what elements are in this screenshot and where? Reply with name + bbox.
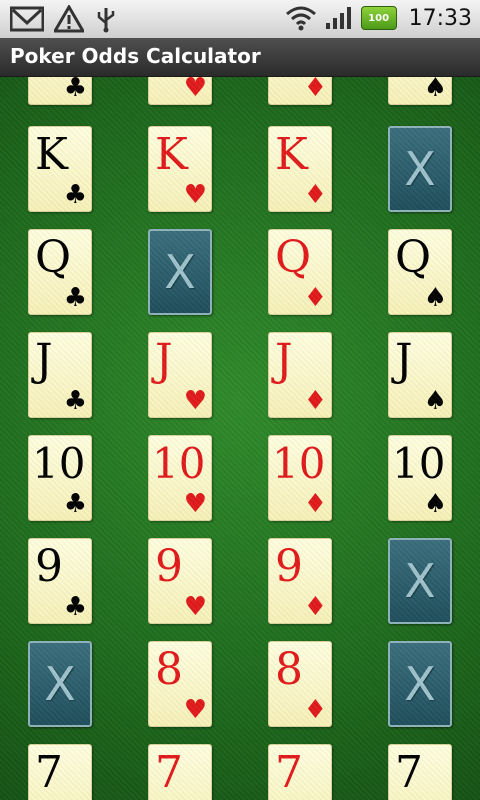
playing-card[interactable]: 7	[388, 744, 452, 800]
playing-card[interactable]: Q ♠	[388, 229, 452, 315]
title-bar: Poker Odds Calculator	[0, 38, 480, 77]
card-suit-icon: ♠	[423, 489, 447, 519]
card-rank: J	[275, 335, 293, 386]
playing-card[interactable]: K ♦	[268, 126, 332, 212]
card-suit-icon: ♣	[63, 180, 87, 210]
playing-card[interactable]: J ♠	[388, 332, 452, 418]
gmail-icon	[10, 6, 44, 32]
playing-card[interactable]: 7	[148, 744, 212, 800]
card-suit-icon: ♣	[63, 283, 87, 313]
card-grid[interactable]: ♣ ♥ ♦ ♠ K ♣ K ♥ K ♦ X Q ♣ X Q ♦ Q ♠ J ♣ J ♥ J ♦ J ♠ 10 ♣ 10 ♥ 10 ♦ 10 ♠ 9 ♣…	[0, 77, 480, 800]
playing-card[interactable]: ♣	[28, 77, 92, 105]
card-suit-icon: ♦	[303, 592, 327, 622]
card-rank: K	[35, 129, 68, 180]
card-rank: 10	[392, 439, 446, 488]
playing-card[interactable]: J ♣	[28, 332, 92, 418]
card-rank: J	[155, 335, 173, 386]
card-rank: K	[275, 129, 308, 180]
card-rank: 9	[35, 541, 63, 592]
usb-icon	[97, 8, 115, 33]
card-suit-icon: ♥	[183, 489, 207, 519]
card-suit-icon: ♥	[183, 695, 207, 725]
playing-card[interactable]: 8 ♦	[268, 641, 332, 727]
playing-card[interactable]: 7	[268, 744, 332, 800]
playing-card[interactable]: K ♥	[148, 126, 212, 212]
card-suit-icon: ♣	[63, 489, 87, 519]
app-title: Poker Odds Calculator	[10, 44, 261, 68]
playing-card[interactable]: ♦	[268, 77, 332, 105]
card-rank: Q	[275, 232, 312, 283]
signal-icon	[325, 7, 351, 29]
card-rank: 8	[155, 644, 183, 695]
card-suit-icon: ♥	[183, 180, 207, 210]
card-rank: 7	[155, 747, 183, 798]
playing-card[interactable]: 10 ♥	[148, 435, 212, 521]
card-back-x[interactable]: X	[388, 641, 452, 727]
card-rank: 10	[32, 439, 86, 488]
warning-icon	[54, 5, 84, 33]
playing-card[interactable]: 10 ♣	[28, 435, 92, 521]
card-suit-icon: ♦	[303, 695, 327, 725]
x-mark: X	[164, 245, 196, 299]
card-suit-icon: ♣	[63, 592, 87, 622]
clock: 17:33	[408, 5, 472, 31]
card-suit-icon: ♥	[183, 386, 207, 416]
x-mark: X	[404, 142, 436, 196]
playing-card[interactable]: 7	[28, 744, 92, 800]
card-rank: Q	[35, 232, 72, 283]
battery-level: 100	[368, 12, 390, 24]
playing-card[interactable]: ♠	[388, 77, 452, 105]
battery-icon: 100	[360, 6, 397, 30]
card-suit-icon: ♦	[303, 386, 327, 416]
card-suit-icon: ♦	[303, 283, 327, 313]
card-suit-icon: ♣	[63, 386, 87, 416]
card-suit-icon: ♠	[423, 283, 447, 313]
card-suit-icon: ♣	[63, 77, 87, 103]
card-back-x[interactable]: X	[28, 641, 92, 727]
card-rank: 8	[275, 644, 303, 695]
playing-card[interactable]: ♥	[148, 77, 212, 105]
x-mark: X	[404, 657, 436, 711]
status-bar: 100 17:33	[0, 0, 480, 38]
card-rank: 10	[152, 439, 206, 488]
card-rank: Q	[395, 232, 432, 283]
card-rank: 7	[395, 747, 423, 798]
card-rank: 9	[275, 541, 303, 592]
card-back-x[interactable]: X	[388, 538, 452, 624]
playing-card[interactable]: 10 ♦	[268, 435, 332, 521]
x-mark: X	[404, 554, 436, 608]
card-rank: J	[35, 335, 53, 386]
card-rank: J	[395, 335, 413, 386]
card-rank: 9	[155, 541, 183, 592]
playing-card[interactable]: K ♣	[28, 126, 92, 212]
playing-card[interactable]: 9 ♦	[268, 538, 332, 624]
card-back-x[interactable]: X	[148, 229, 212, 315]
card-suit-icon: ♦	[303, 180, 327, 210]
playing-card[interactable]: J ♥	[148, 332, 212, 418]
card-rank: 7	[275, 747, 303, 798]
playing-card[interactable]: Q ♣	[28, 229, 92, 315]
playing-card[interactable]: 9 ♥	[148, 538, 212, 624]
playing-card[interactable]: J ♦	[268, 332, 332, 418]
card-suit-icon: ♠	[423, 386, 447, 416]
card-rank: 7	[35, 747, 63, 798]
card-rank: 10	[272, 439, 326, 488]
system-icons: 100 17:33	[285, 5, 472, 31]
playing-card[interactable]: 9 ♣	[28, 538, 92, 624]
playing-card[interactable]: 10 ♠	[388, 435, 452, 521]
playing-card[interactable]: Q ♦	[268, 229, 332, 315]
card-suit-icon: ♥	[183, 77, 207, 103]
card-suit-icon: ♠	[423, 77, 447, 103]
wifi-icon	[285, 6, 316, 31]
card-rank: K	[155, 129, 188, 180]
x-mark: X	[44, 657, 76, 711]
playing-card[interactable]: 8 ♥	[148, 641, 212, 727]
card-suit-icon: ♦	[303, 489, 327, 519]
notification-icons	[10, 5, 118, 33]
card-suit-icon: ♦	[303, 77, 327, 103]
card-back-x[interactable]: X	[388, 126, 452, 212]
card-suit-icon: ♥	[183, 592, 207, 622]
